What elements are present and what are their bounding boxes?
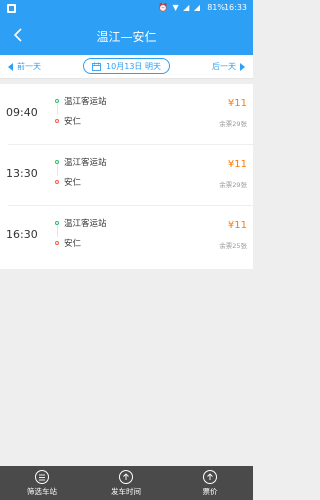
origin-label: 温江客运站: [64, 158, 107, 168]
departure-time: 16:30: [6, 228, 38, 241]
date-picker[interactable]: 10月13日 明天: [83, 58, 170, 74]
departure-time: 13:30: [6, 167, 38, 180]
tab-price[interactable]: 票价: [168, 470, 252, 497]
tab-filter-station[interactable]: 筛选车站: [0, 470, 84, 497]
destination-dot-icon: [55, 180, 59, 184]
date-label: 10月13日 明天: [106, 61, 161, 71]
destination-station: 安仁: [55, 176, 81, 188]
battery-level: 81%: [207, 3, 225, 12]
destination-dot-icon: [55, 241, 59, 245]
next-day-button[interactable]: 后一天: [212, 61, 245, 72]
origin-station: 温江客运站: [55, 95, 107, 107]
trip-row[interactable]: 09:40 温江客运站 安仁 ¥11 余票29张: [0, 84, 253, 145]
status-bar: ⏰ ▼ ◢ ◢ 81% 16:33: [0, 0, 253, 17]
header: 温江—安仁: [0, 17, 253, 55]
bottom-toolbar: 筛选车站 发车时间 票价: [0, 466, 253, 500]
destination-dot-icon: [55, 119, 59, 123]
triangle-left-icon: [8, 62, 13, 71]
departure-time: 09:40: [6, 106, 38, 119]
destination-station: 安仁: [55, 115, 81, 127]
date-bar: 前一天 10月13日 明天 后一天: [0, 55, 253, 79]
trip-list: 09:40 温江客运站 安仁 ¥11 余票29张 13:30 温江客运站 安仁 …: [0, 84, 253, 269]
route-line: [57, 225, 58, 237]
next-day-label: 后一天: [212, 62, 236, 71]
destination-label: 安仁: [64, 239, 82, 249]
destination-label: 安仁: [64, 178, 82, 188]
seats-left: 余票25张: [219, 242, 247, 250]
ticket-price: ¥11: [227, 159, 247, 170]
ticket-price: ¥11: [227, 98, 247, 109]
arrow-up-icon: [203, 470, 217, 484]
trip-row[interactable]: 16:30 温江客运站 安仁 ¥11 余票25张: [0, 206, 253, 267]
origin-station: 温江客运站: [55, 156, 107, 168]
filter-icon: [35, 470, 49, 484]
ticket-price: ¥11: [227, 220, 247, 231]
route-line: [57, 103, 58, 115]
origin-label: 温江客运站: [64, 97, 107, 107]
destination-label: 安仁: [64, 117, 82, 127]
page-title: 温江—安仁: [96, 30, 157, 44]
calendar-icon: [92, 62, 101, 71]
app-notification-icon: [7, 4, 16, 13]
route-line: [57, 164, 58, 176]
seats-left: 余票29张: [219, 181, 247, 189]
clock: 16:33: [223, 3, 247, 12]
tab-label: 筛选车站: [27, 487, 57, 496]
triangle-right-icon: [240, 62, 245, 71]
arrow-up-icon: [119, 470, 133, 484]
tab-departure-time[interactable]: 发车时间: [84, 470, 168, 497]
origin-station: 温江客运站: [55, 217, 107, 229]
prev-day-button[interactable]: 前一天: [8, 61, 41, 72]
origin-label: 温江客运站: [64, 219, 107, 229]
tab-label: 票价: [202, 487, 218, 496]
seats-left: 余票29张: [219, 120, 247, 128]
destination-station: 安仁: [55, 237, 81, 249]
trip-row[interactable]: 13:30 温江客运站 安仁 ¥11 余票29张: [0, 145, 253, 206]
status-icons: ⏰ ▼ ◢ ◢: [157, 3, 201, 12]
tab-label: 发车时间: [111, 487, 141, 496]
prev-day-label: 前一天: [17, 62, 41, 71]
